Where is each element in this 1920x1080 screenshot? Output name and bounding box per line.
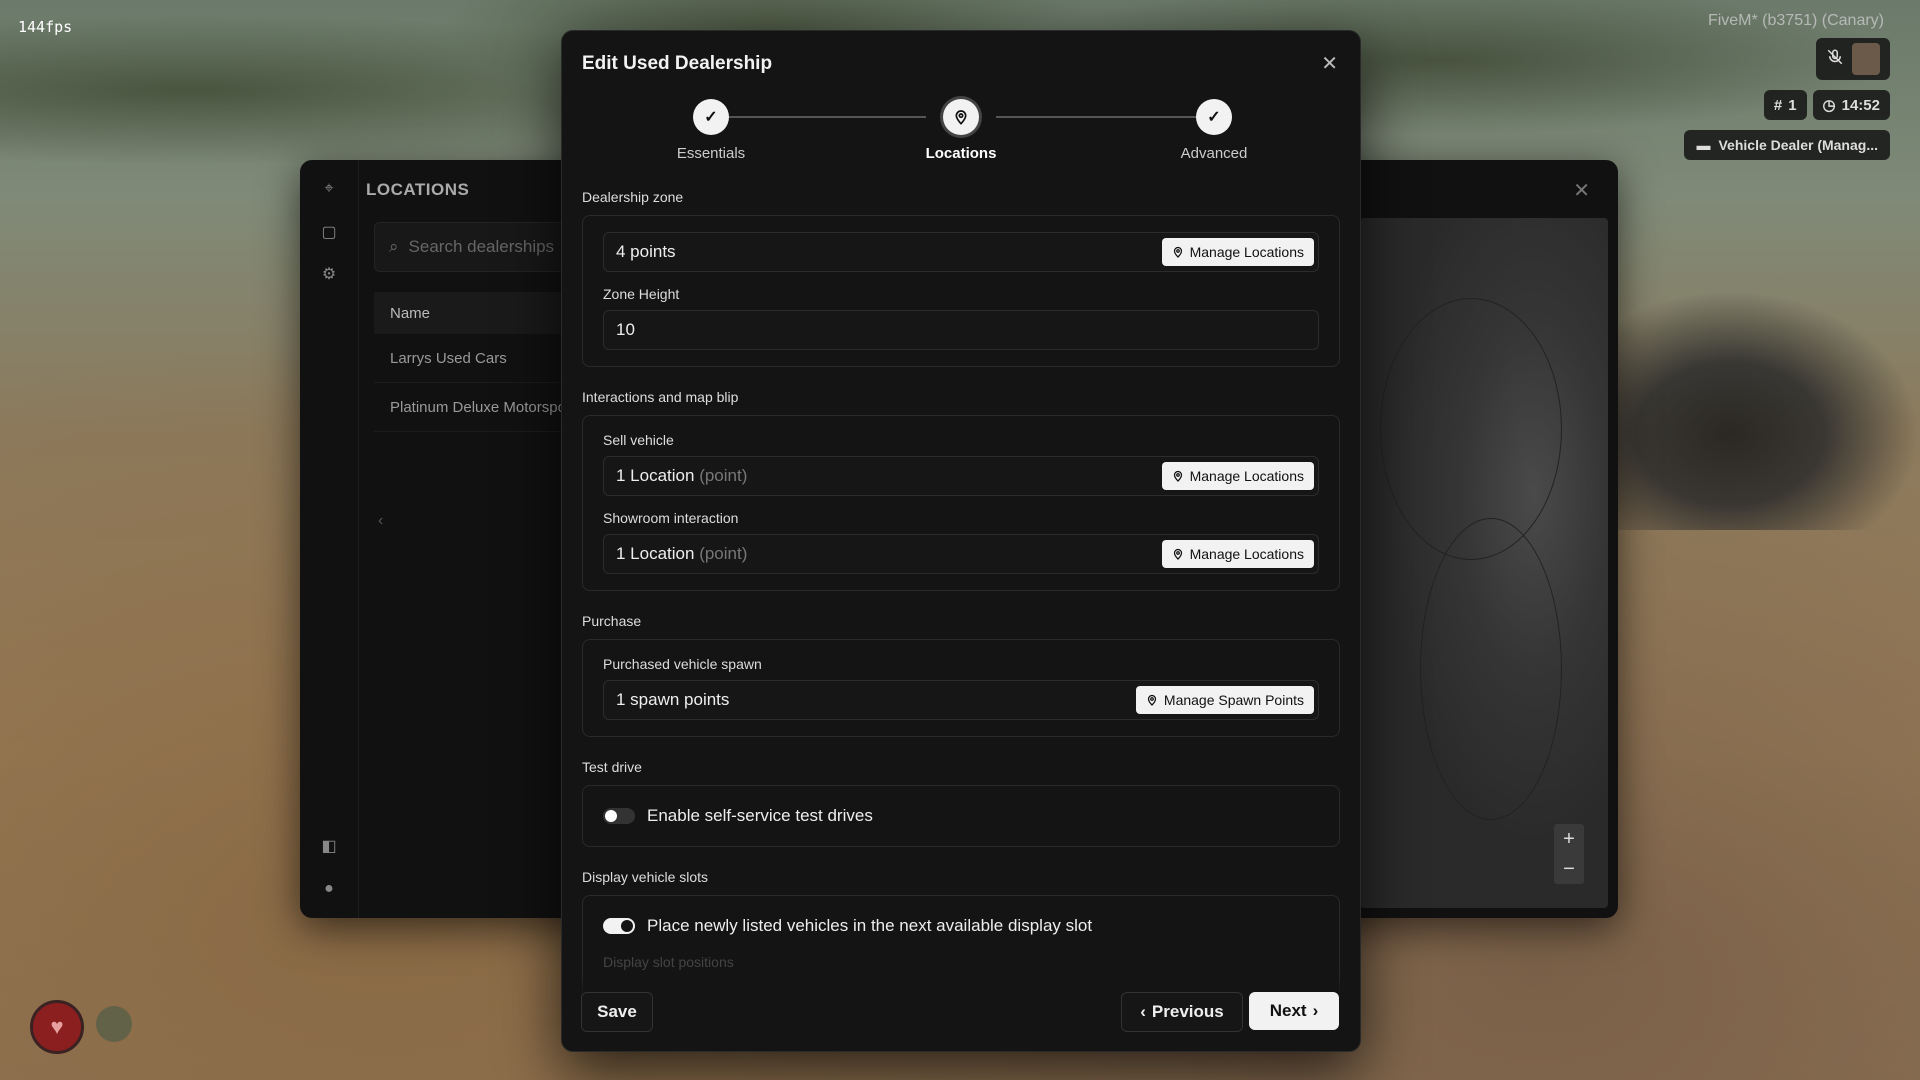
- purchase-card: Purchased vehicle spawn 1 spawn points M…: [582, 639, 1340, 737]
- interactions-card: Sell vehicle 1 Location (point) Manage L…: [582, 415, 1340, 591]
- section-title: Display vehicle slots: [582, 869, 709, 885]
- manage-locations-button[interactable]: Manage Locations: [1161, 540, 1314, 568]
- modal-content[interactable]: Dealership zone 4 points Manage Location…: [582, 189, 1340, 1019]
- zoom-out-button[interactable]: −: [1554, 854, 1584, 884]
- voice-hud: [1816, 38, 1890, 80]
- avatar: [1852, 43, 1880, 75]
- hud-stats: #1 ◷ 14:52: [1763, 90, 1890, 120]
- edit-dealership-modal: Edit Used Dealership ✕ ✓ Essentials Loca…: [561, 30, 1361, 1052]
- step-advanced[interactable]: ✓ Advanced: [1144, 99, 1284, 162]
- gear-icon[interactable]: ⚙: [320, 266, 338, 284]
- section-title: Test drive: [582, 759, 642, 775]
- fps-counter: 144fps: [18, 18, 73, 36]
- spawn-points-field: 1 spawn points Manage Spawn Points: [603, 680, 1319, 720]
- section-title: Dealership zone: [582, 189, 684, 205]
- panel-title: LOCATIONS: [366, 180, 470, 199]
- voice-box: [1816, 38, 1890, 80]
- chevron-left-icon[interactable]: ‹: [378, 512, 383, 530]
- zone-height-input[interactable]: 10: [603, 310, 1319, 350]
- search-icon: ⌕: [389, 237, 399, 256]
- briefcase-icon: ▬: [1696, 137, 1711, 153]
- stepper: ✓ Essentials Locations ✓ Advanced: [582, 99, 1340, 169]
- location-pin-icon: [1173, 470, 1182, 482]
- close-icon[interactable]: ✕: [1573, 178, 1590, 203]
- test-drive-toggle-row: Enable self-service test drives: [603, 802, 1319, 830]
- clock-icon: ◷: [1822, 97, 1836, 114]
- location-pin-icon: [943, 99, 979, 135]
- hash-icon: #: [1773, 96, 1783, 114]
- location-pin-icon: [1147, 694, 1157, 706]
- zone-points-field: 4 points Manage Locations: [603, 232, 1319, 272]
- sidebar-toggle-icon[interactable]: ◧: [320, 838, 338, 856]
- manage-spawn-points-button[interactable]: Manage Spawn Points: [1135, 686, 1314, 714]
- display-slot-toggle[interactable]: [603, 918, 635, 934]
- zoom-controls: + −: [1554, 824, 1584, 884]
- bag-icon[interactable]: ▢: [320, 224, 338, 242]
- location-pin-icon[interactable]: ⌖: [320, 180, 338, 198]
- armor-icon: [96, 1006, 132, 1042]
- field-label: Display slot positions: [603, 954, 734, 970]
- side-rail: ⌖ ▢ ⚙ ◧ ●: [300, 160, 359, 918]
- save-button[interactable]: Save: [581, 992, 653, 1032]
- section-title: Purchase: [582, 613, 642, 629]
- field-label: Sell vehicle: [603, 432, 674, 448]
- sell-vehicle-field: 1 Location (point) Manage Locations: [603, 456, 1319, 496]
- mic-muted-icon: [1826, 48, 1844, 70]
- location-pin-icon: [1173, 246, 1182, 258]
- map-road: [1380, 298, 1562, 560]
- check-icon: ✓: [1196, 99, 1232, 135]
- client-version: FiveM* (b3751) (Canary): [1707, 12, 1884, 29]
- step-locations[interactable]: Locations: [891, 99, 1031, 162]
- close-icon[interactable]: ✕: [1321, 51, 1338, 76]
- health-icon: ♥: [30, 1000, 84, 1054]
- zoom-in-button[interactable]: +: [1554, 824, 1584, 854]
- clock-badge: ◷ 14:52: [1812, 90, 1890, 120]
- check-icon: ✓: [693, 99, 729, 135]
- showroom-field: 1 Location (point) Manage Locations: [603, 534, 1319, 574]
- user-avatar-icon[interactable]: ●: [320, 880, 338, 898]
- field-label: Purchased vehicle spawn: [603, 656, 762, 672]
- map-road: [1420, 518, 1562, 820]
- display-slot-toggle-row: Place newly listed vehicles in the next …: [603, 912, 1319, 940]
- step-essentials[interactable]: ✓ Essentials: [641, 99, 781, 162]
- chevron-left-icon: ‹: [1140, 1002, 1146, 1021]
- manage-locations-button[interactable]: Manage Locations: [1161, 462, 1314, 490]
- modal-title: Edit Used Dealership: [582, 53, 773, 74]
- field-label: Showroom interaction: [603, 510, 739, 526]
- test-drive-toggle[interactable]: [603, 808, 635, 824]
- next-button[interactable]: Next ›: [1249, 992, 1339, 1030]
- manage-locations-button[interactable]: Manage Locations: [1161, 238, 1314, 266]
- player-id-badge: #1: [1763, 90, 1807, 120]
- chevron-right-icon: ›: [1312, 1001, 1319, 1020]
- zone-card: 4 points Manage Locations Zone Height 10: [582, 215, 1340, 367]
- map-view[interactable]: + −: [1360, 218, 1608, 908]
- field-label: Zone Height: [603, 286, 680, 302]
- job-badge: ▬ Vehicle Dealer (Manag...: [1684, 130, 1890, 160]
- test-drive-card: Enable self-service test drives: [582, 785, 1340, 847]
- section-title: Interactions and map blip: [582, 389, 739, 405]
- location-pin-icon: [1173, 548, 1182, 560]
- previous-button[interactable]: ‹ Previous: [1121, 992, 1243, 1032]
